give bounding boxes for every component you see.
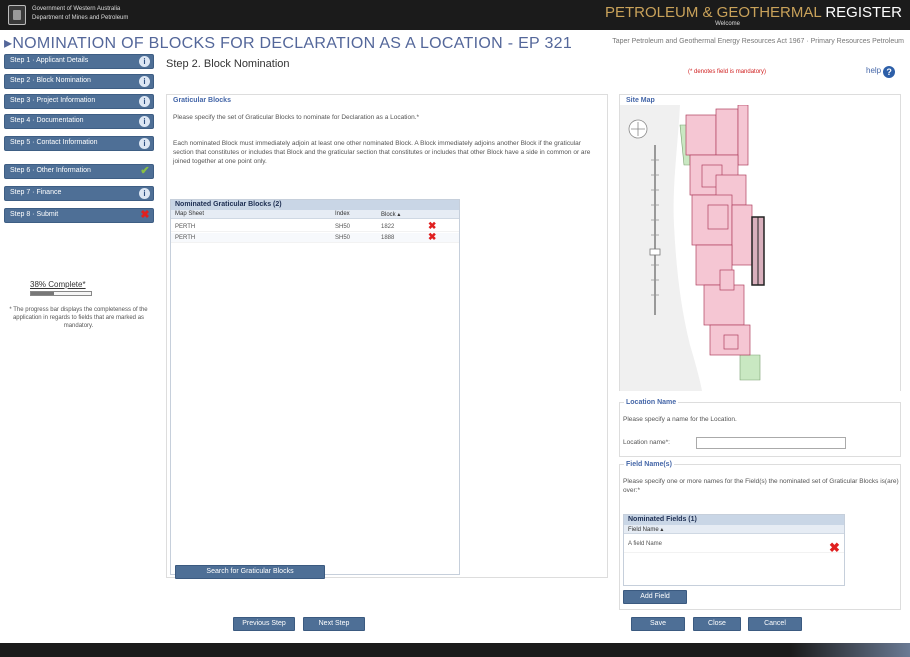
save-button[interactable]: Save: [631, 617, 685, 631]
grid-title: Nominated Graticular Blocks (2): [171, 200, 459, 210]
delete-icon[interactable]: ✖: [428, 221, 436, 232]
progress-fill: [31, 292, 54, 295]
sidebar-step-7[interactable]: Step 7 · Finance i: [4, 186, 154, 201]
delete-icon[interactable]: ✖: [428, 232, 436, 243]
table-row[interactable]: A field Name ✖: [624, 537, 844, 556]
sidebar-step-label: Step 4 · Documentation: [10, 117, 84, 124]
sidebar-step-label: Step 8 · Submit: [10, 211, 59, 218]
help-label: help: [866, 66, 882, 75]
sidebar-step-label: Step 7 · Finance: [10, 189, 62, 196]
info-icon: i: [139, 188, 150, 199]
sidebar-step-label: Step 2 · Block Nomination: [10, 77, 91, 84]
location-name-input[interactable]: [696, 437, 846, 449]
adjacency-rule-text: Each nominated Block must immediately ad…: [173, 140, 591, 165]
grid-header-row: Map Sheet Index Block ▴: [171, 210, 459, 219]
table-row[interactable]: PERTH SH50 1888 ✖: [171, 232, 459, 243]
field-names-instruction: Please specify one or more names for the…: [623, 478, 899, 494]
grid-header-row: Field Name ▴: [624, 525, 844, 534]
close-button[interactable]: Close: [693, 617, 741, 631]
steps-sidebar: Step 1 · Applicant Details i Step 2 · Bl…: [0, 54, 160, 614]
info-icon: i: [139, 138, 150, 149]
grid-title: Nominated Fields (1): [624, 515, 844, 525]
field-names-label: Field Name(s): [624, 461, 674, 468]
delete-icon[interactable]: ✖: [829, 540, 840, 556]
column-header-index[interactable]: Index: [335, 211, 350, 217]
help-link[interactable]: help?: [866, 66, 896, 78]
add-field-button[interactable]: Add Field: [623, 590, 687, 604]
cell-map-sheet: PERTH: [175, 224, 196, 230]
site-map-panel: Site Map: [619, 94, 901, 391]
footer-band: [0, 643, 910, 657]
progress-bar: [30, 291, 92, 296]
department-name: Department of Mines and Petroleum: [32, 15, 129, 21]
page-title: ▸NOMINATION OF BLOCKS FOR DECLARATION AS…: [4, 35, 573, 52]
government-name: Government of Western Australia: [32, 6, 121, 12]
welcome-text: Welcome: [715, 21, 740, 27]
sidebar-step-3[interactable]: Step 3 · Project Information i: [4, 94, 154, 109]
info-icon: i: [139, 56, 150, 67]
instruction-text: Please specify the set of Graticular Blo…: [173, 114, 420, 121]
government-crest-icon: [8, 5, 26, 25]
sidebar-step-6[interactable]: Step 6 · Other Information ✔: [4, 164, 154, 179]
info-icon: i: [139, 116, 150, 127]
sidebar-step-label: Step 1 · Applicant Details: [10, 57, 89, 64]
column-header-block[interactable]: Block ▴: [381, 211, 400, 218]
cell-block: 1822: [381, 224, 395, 230]
nominated-blocks-grid: Nominated Graticular Blocks (2) Map Shee…: [170, 199, 460, 575]
error-cross-icon: ✖: [140, 209, 150, 221]
register-title-part2: REGISTER: [825, 4, 902, 21]
progress-note: * The progress bar displays the complete…: [9, 307, 148, 329]
cell-block: 1888: [381, 235, 395, 241]
progress-label: 38% Complete*: [30, 280, 86, 289]
sidebar-step-2[interactable]: Step 2 · Block Nomination i: [4, 74, 154, 89]
location-name-label: Location Name: [624, 399, 679, 406]
help-icon[interactable]: ?: [883, 66, 896, 78]
sidebar-step-label: Step 5 · Contact Information: [10, 139, 98, 146]
field-names-panel: Field Name(s) Please specify one or more…: [619, 461, 901, 610]
register-title-part1: PETROLEUM & GEOTHERMAL: [605, 4, 826, 21]
app-header: Government of Western Australia Departme…: [0, 0, 910, 30]
search-blocks-button[interactable]: Search for Graticular Blocks: [175, 565, 325, 579]
column-header-map-sheet[interactable]: Map Sheet: [175, 211, 204, 217]
location-field-label: Location name*:: [623, 439, 670, 446]
nominated-fields-grid: Nominated Fields (1) Field Name ▴ A fiel…: [623, 514, 845, 586]
table-row[interactable]: PERTH SH50 1822 ✖: [171, 221, 459, 232]
location-instruction: Please specify a name for the Location.: [623, 416, 737, 423]
info-icon: i: [139, 76, 150, 87]
previous-step-button[interactable]: Previous Step: [233, 617, 295, 631]
sidebar-step-5[interactable]: Step 5 · Contact Information i: [4, 136, 154, 151]
next-step-button[interactable]: Next Step: [303, 617, 365, 631]
cell-index: SH50: [335, 235, 351, 241]
sidebar-step-4[interactable]: Step 4 · Documentation i: [4, 114, 154, 129]
legislation-subtitle: Taper Petroleum and Geothermal Energy Re…: [612, 38, 904, 45]
column-header-field-name[interactable]: Field Name ▴: [628, 526, 663, 533]
cancel-button[interactable]: Cancel: [748, 617, 802, 631]
section-label: Graticular Blocks: [173, 97, 231, 104]
sidebar-step-label: Step 6 · Other Information: [10, 167, 91, 174]
cell-field-name: A field Name: [628, 541, 663, 547]
sidebar-step-1[interactable]: Step 1 · Applicant Details i: [4, 54, 154, 69]
sidebar-step-label: Step 3 · Project Information: [10, 97, 96, 104]
graticular-blocks-panel: Graticular Blocks Please specify the set…: [166, 94, 608, 579]
cell-index: SH50: [335, 224, 351, 230]
location-name-panel: Location Name Please specify a name for …: [619, 399, 901, 457]
sidebar-step-8[interactable]: Step 8 · Submit ✖: [4, 208, 154, 223]
checkmark-icon: ✔: [140, 165, 150, 177]
site-map[interactable]: [620, 105, 900, 391]
site-map-label: Site Map: [626, 97, 655, 104]
mandatory-field-note: (* denotes field is mandatory): [688, 69, 767, 75]
step-heading: Step 2. Block Nomination: [166, 58, 290, 70]
cell-map-sheet: PERTH: [175, 235, 196, 241]
register-title: PETROLEUM & GEOTHERMAL REGISTER: [605, 4, 902, 21]
info-icon: i: [139, 96, 150, 107]
